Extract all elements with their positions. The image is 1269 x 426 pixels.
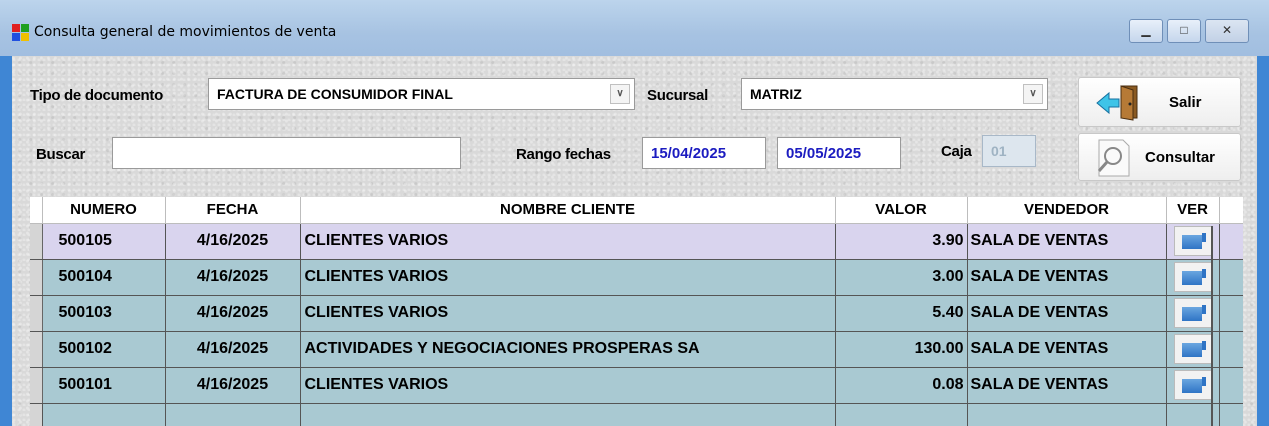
cell-nombre-cliente: CLIENTES VARIOS: [300, 259, 836, 296]
consultar-button[interactable]: Consultar: [1078, 133, 1241, 181]
cell-scroll-spacer: [1219, 223, 1243, 260]
cell-numero: 500101: [42, 367, 166, 404]
window-controls: ▁ □ ✕: [1125, 19, 1249, 45]
row-indicator: [30, 295, 43, 332]
maximize-button[interactable]: □: [1167, 19, 1201, 43]
close-button[interactable]: ✕: [1205, 19, 1249, 43]
cell-fecha: 4/16/2025: [165, 223, 301, 260]
title-bar[interactable]: Consulta general de movimientos de venta…: [0, 0, 1269, 56]
cell-valor: 3.00: [835, 259, 968, 296]
table-row-empty: [30, 403, 1243, 426]
tipo-documento-select[interactable]: FACTURA DE CONSUMIDOR FINAL ∨: [208, 78, 635, 110]
header-valor[interactable]: VALOR: [835, 197, 968, 224]
header-scroll-spacer: [1219, 197, 1243, 224]
sales-grid: NUMERO FECHA NOMBRE CLIENTE VALOR VENDED…: [30, 197, 1243, 426]
fecha-hasta-input[interactable]: 05/05/2025: [777, 137, 901, 169]
cell-nombre-cliente: CLIENTES VARIOS: [300, 223, 836, 260]
salir-label: Salir: [1169, 94, 1202, 111]
header-indicator: [30, 197, 43, 224]
sucursal-select[interactable]: MATRIZ ∨: [741, 78, 1048, 110]
sucursal-value: MATRIZ: [750, 86, 802, 102]
cell-fecha: 4/16/2025: [165, 259, 301, 296]
cell-vendedor: SALA DE VENTAS: [967, 367, 1167, 404]
cell-numero: 500104: [42, 259, 166, 296]
cell-vendedor: SALA DE VENTAS: [967, 223, 1167, 260]
cell-numero: 500102: [42, 331, 166, 368]
sucursal-label: Sucursal: [647, 87, 708, 104]
view-screen-shape: [1181, 307, 1202, 321]
fecha-desde-input[interactable]: 15/04/2025: [642, 137, 766, 169]
cell-fecha: 4/16/2025: [165, 295, 301, 332]
header-nombre-cliente[interactable]: NOMBRE CLIENTE: [300, 197, 836, 224]
buscar-label: Buscar: [36, 146, 86, 163]
cell-valor: 3.90: [835, 223, 968, 260]
header-numero[interactable]: NUMERO: [42, 197, 166, 224]
fecha-hasta-value: 05/05/2025: [786, 145, 862, 162]
grid-body: 500105 4/16/2025 CLIENTES VARIOS 3.90 SALA D…: [30, 223, 1243, 404]
window-title: Consulta general de movimientos de venta: [34, 24, 337, 40]
close-icon: ✕: [1221, 23, 1233, 37]
cell-fecha: 4/16/2025: [165, 367, 301, 404]
exit-door-icon: [1096, 85, 1138, 121]
cell-nombre-cliente: ACTIVIDADES Y NEGOCIACIONES PROSPERAS SA: [300, 331, 836, 368]
caja-input: 01: [982, 135, 1036, 167]
cell-vendedor: SALA DE VENTAS: [967, 331, 1167, 368]
cell-nombre-cliente: CLIENTES VARIOS: [300, 367, 836, 404]
tipo-documento-value: FACTURA DE CONSUMIDOR FINAL: [217, 86, 453, 102]
cell-scroll-spacer: [1219, 331, 1243, 368]
table-row[interactable]: 500103 4/16/2025 CLIENTES VARIOS 5.40 SALA D…: [30, 295, 1243, 332]
main-window: Consulta general de movimientos de venta…: [0, 0, 1269, 426]
cell-nombre-cliente: CLIENTES VARIOS: [300, 295, 836, 332]
cell-fecha: 4/16/2025: [165, 331, 301, 368]
scrollbar-track[interactable]: [1211, 226, 1213, 426]
magnifier-icon: [1097, 139, 1130, 177]
view-screen-shape: [1181, 343, 1202, 357]
row-indicator: [30, 259, 43, 296]
view-screen-shape: [1181, 379, 1202, 393]
cell-valor: 130.00: [835, 331, 968, 368]
header-fecha[interactable]: FECHA: [165, 197, 301, 224]
table-row[interactable]: 500105 4/16/2025 CLIENTES VARIOS 3.90 SALA D…: [30, 223, 1243, 260]
cell-vendedor: SALA DE VENTAS: [967, 295, 1167, 332]
table-row[interactable]: 500102 4/16/2025 ACTIVIDADES Y NEGOCIACION…: [30, 331, 1243, 368]
form-client-area: Tipo de documento FACTURA DE CONSUMIDOR …: [12, 56, 1257, 426]
caja-label: Caja: [941, 143, 972, 160]
cell-vendedor: SALA DE VENTAS: [967, 259, 1167, 296]
buscar-input[interactable]: [112, 137, 461, 169]
view-screen-shape: [1181, 235, 1202, 249]
sales-table: NUMERO FECHA NOMBRE CLIENTE VALOR VENDED…: [30, 197, 1243, 426]
row-indicator: [30, 223, 43, 260]
app-icon: [12, 24, 29, 41]
minimize-icon: ▁: [1141, 23, 1151, 37]
row-indicator: [30, 331, 43, 368]
cell-scroll-spacer: [1219, 259, 1243, 296]
cell-scroll-spacer: [1219, 367, 1243, 404]
chevron-down-icon[interactable]: ∨: [1023, 84, 1043, 104]
header-vendedor[interactable]: VENDEDOR: [967, 197, 1167, 224]
grid-header: NUMERO FECHA NOMBRE CLIENTE VALOR VENDED…: [30, 197, 1243, 224]
chevron-down-icon[interactable]: ∨: [610, 84, 630, 104]
salir-button[interactable]: Salir: [1078, 77, 1241, 127]
cell-valor: 0.08: [835, 367, 968, 404]
cell-scroll-spacer: [1219, 295, 1243, 332]
cell-numero: 500103: [42, 295, 166, 332]
table-row[interactable]: 500104 4/16/2025 CLIENTES VARIOS 3.00 SALA D…: [30, 259, 1243, 296]
maximize-icon: □: [1180, 23, 1188, 37]
tipo-documento-label: Tipo de documento: [30, 87, 163, 104]
cell-valor: 5.40: [835, 295, 968, 332]
table-row[interactable]: 500101 4/16/2025 CLIENTES VARIOS 0.08 SALA D…: [30, 367, 1243, 404]
cell-numero: 500105: [42, 223, 166, 260]
grid-scrollbar[interactable]: [1202, 198, 1222, 426]
consultar-label: Consultar: [1145, 149, 1216, 166]
fecha-desde-value: 15/04/2025: [651, 145, 727, 162]
row-indicator: [30, 367, 43, 404]
minimize-button[interactable]: ▁: [1129, 19, 1163, 43]
rango-fechas-label: Rango fechas: [516, 146, 611, 163]
view-screen-shape: [1181, 271, 1202, 285]
caja-value: 01: [991, 143, 1007, 159]
